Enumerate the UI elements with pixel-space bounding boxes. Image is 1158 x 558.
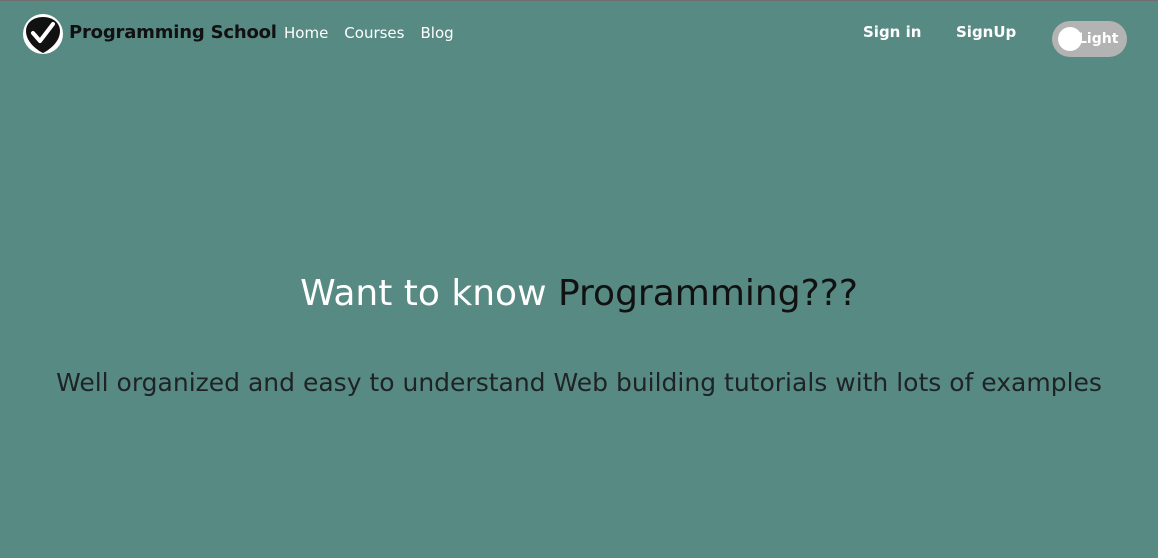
brand-name: Programming School (69, 21, 277, 43)
nav-link-blog[interactable]: Blog (420, 24, 453, 42)
hero-title-lead: Want to know (300, 273, 558, 314)
theme-toggle[interactable]: Light (1052, 21, 1127, 57)
theme-toggle-label: Light (1078, 31, 1119, 47)
hero-title: Want to know Programming??? (0, 270, 1158, 318)
hero-subtitle: Well organized and easy to understand We… (56, 368, 1102, 397)
nav-link-courses[interactable]: Courses (344, 24, 404, 42)
sign-up-link[interactable]: SignUp (956, 23, 1016, 41)
checkmark-shield-icon (23, 14, 63, 54)
brand-link[interactable]: Programming School (22, 13, 277, 55)
sign-in-link[interactable]: Sign in (863, 23, 921, 41)
navbar: Programming School Home Courses Blog Sig… (0, 0, 1158, 68)
hero-title-emphasis: Programming??? (557, 273, 858, 314)
nav-link-home[interactable]: Home (284, 24, 328, 42)
nav-links: Home Courses Blog (284, 24, 454, 42)
